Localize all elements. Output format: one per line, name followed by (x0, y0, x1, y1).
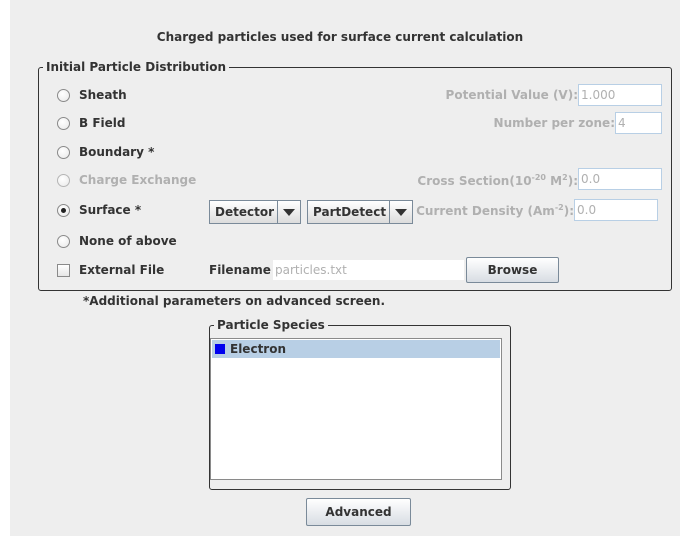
initial-distribution-legend: Initial Particle Distribution (46, 60, 226, 74)
number-per-zone-label: Number per zone: (493, 116, 615, 130)
radio-boundary[interactable] (57, 146, 70, 159)
dialog-title: Charged particles used for surface curre… (156, 30, 524, 44)
radio-bfield-label: B Field (79, 116, 126, 130)
advanced-note: *Additional parameters on advanced scree… (83, 294, 386, 308)
chevron-down-icon[interactable] (389, 201, 412, 223)
surface-combo-partdetect[interactable]: PartDetect (307, 200, 413, 224)
radio-boundary-label: Boundary * (79, 145, 155, 159)
advanced-button[interactable]: Advanced (306, 498, 411, 526)
potential-input[interactable]: 1.000 (578, 84, 662, 106)
list-item-label: Electron (230, 342, 287, 356)
species-list[interactable]: Electron (210, 338, 502, 480)
surface-combo-detector[interactable]: Detector (209, 200, 301, 224)
chevron-down-icon[interactable] (277, 201, 300, 223)
current-density-input[interactable]: 0.0 (574, 199, 658, 221)
electron-color-swatch (215, 344, 225, 354)
radio-bfield[interactable] (57, 117, 70, 130)
radio-sheath[interactable] (57, 89, 70, 102)
radio-selected-dot (61, 208, 66, 213)
external-file-checkbox[interactable] (57, 264, 70, 277)
number-per-zone-input[interactable]: 4 (615, 112, 662, 134)
browse-button[interactable]: Browse (466, 257, 559, 283)
filename-label: Filename: (209, 263, 276, 277)
filename-input[interactable]: particles.txt (272, 259, 465, 281)
current-density-label-sup: -2 (554, 203, 564, 212)
potential-label: Potential Value (V): (445, 88, 578, 102)
radio-sheath-label: Sheath (79, 88, 127, 102)
cross-section-input[interactable]: 0.0 (578, 168, 662, 190)
surface-combo-detector-value: Detector (215, 205, 274, 219)
cross-section-label-pre: Cross Section(10 (417, 174, 532, 188)
radio-charge-exchange-label: Charge Exchange (79, 173, 197, 187)
radio-charge-exchange[interactable] (57, 174, 70, 187)
current-density-label-pre: Current Density (Am (416, 204, 555, 218)
cross-section-label-post: ): (567, 174, 578, 188)
cross-section-label-mid: M (546, 174, 563, 188)
radio-none-label: None of above (79, 234, 177, 248)
radio-surface[interactable] (57, 204, 70, 217)
list-item[interactable]: Electron (212, 340, 500, 358)
current-density-label: Current Density (Am-2): (414, 203, 574, 218)
cross-section-label: Cross Section(10-20 M2): (400, 173, 578, 188)
radio-surface-label: Surface * (79, 203, 142, 217)
particle-species-legend: Particle Species (217, 318, 325, 332)
current-density-label-post: ): (563, 204, 574, 218)
surface-combo-partdetect-value: PartDetect (313, 205, 387, 219)
cross-section-label-sup: -20 (531, 173, 546, 182)
radio-none[interactable] (57, 235, 70, 248)
external-file-label: External File (79, 263, 165, 277)
